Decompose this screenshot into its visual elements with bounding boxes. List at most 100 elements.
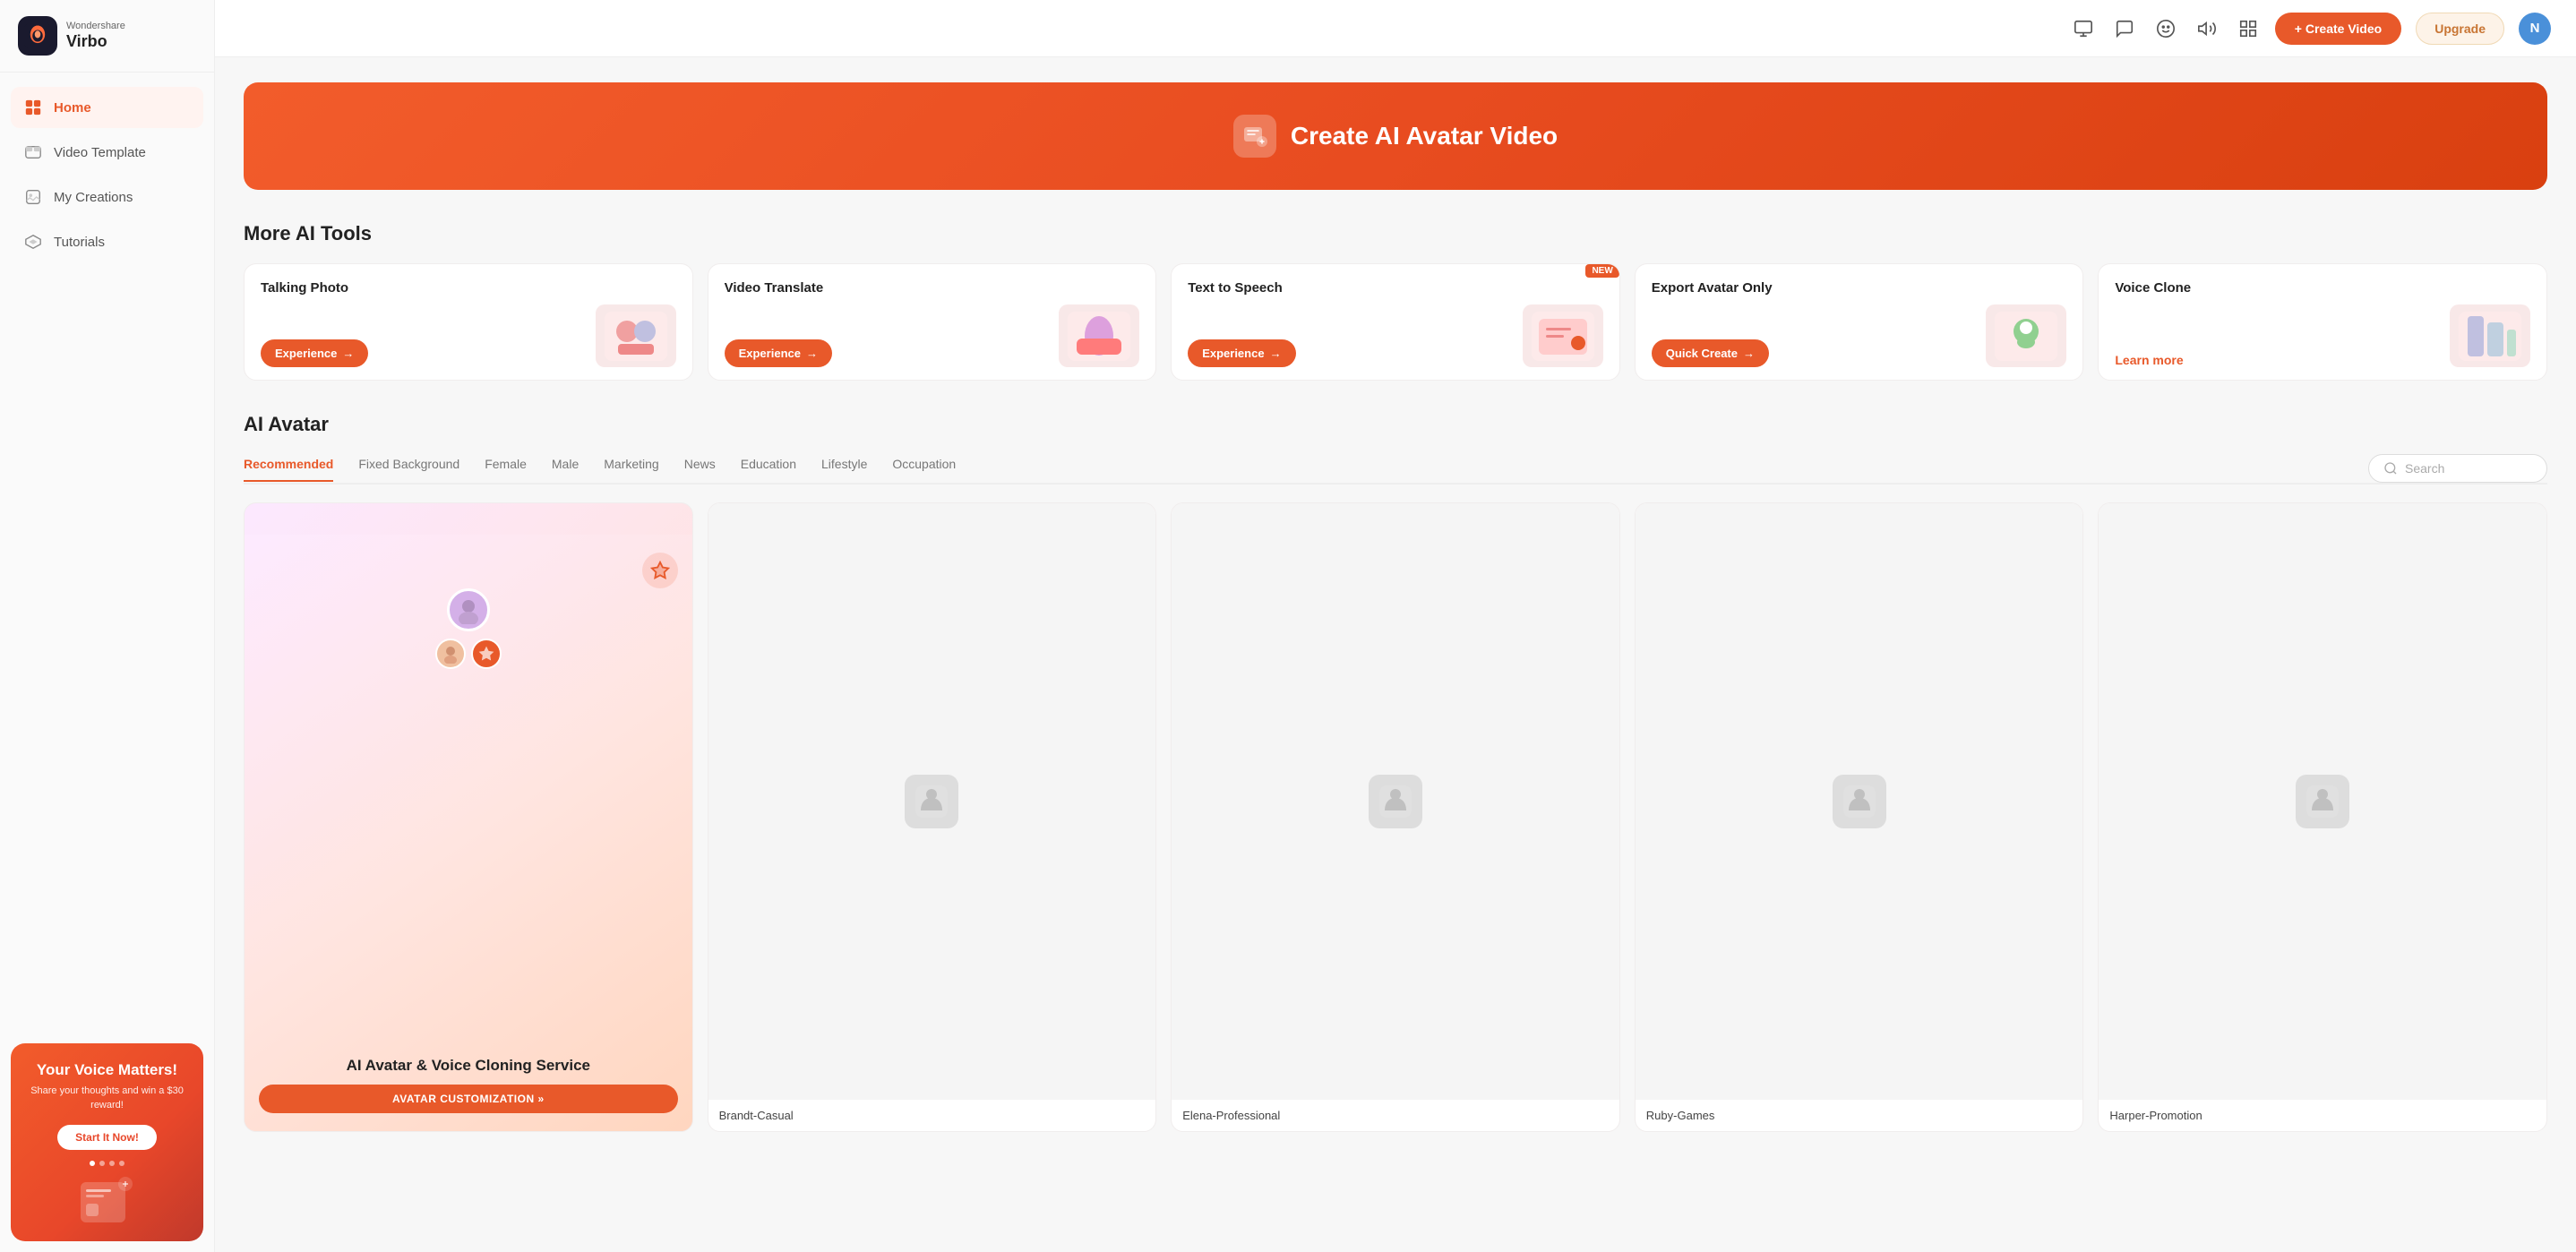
tool-btn-export-avatar[interactable]: Quick Create →: [1652, 339, 1769, 367]
avatar-promo-inner: AI Avatar & Voice Cloning Service AVATAR…: [245, 535, 692, 1131]
tool-name-text-to-speech: Text to Speech: [1188, 280, 1283, 296]
monitor-icon[interactable]: [2071, 16, 2096, 41]
filter-recommended[interactable]: Recommended: [244, 457, 333, 482]
avatar-img-harper: [2099, 503, 2546, 1100]
avatar-grid: AI Avatar & Voice Cloning Service AVATAR…: [244, 502, 2547, 1132]
tutorials-icon: [23, 232, 43, 252]
logo-brand: Wondershare: [66, 21, 125, 32]
topbar: + Create Video Upgrade N: [215, 0, 2576, 57]
tool-img-export-avatar: [1986, 304, 2066, 367]
avatar-card-brandt[interactable]: Brandt-Casual: [708, 502, 1157, 1132]
tool-card-talking-photo[interactable]: Talking Photo Experience →: [244, 263, 693, 381]
tool-name-video-translate: Video Translate: [725, 280, 824, 296]
tool-card-header-tts: Text to Speech: [1188, 280, 1603, 296]
avatar-label-ruby: Ruby-Games: [1636, 1100, 2083, 1131]
logo-icon: [18, 16, 57, 56]
tool-card-content-translate: Experience →: [725, 304, 1140, 367]
promo-title: Your Voice Matters!: [25, 1061, 189, 1079]
tool-img-text-to-speech: [1523, 304, 1603, 367]
hero-banner[interactable]: Create AI Avatar Video: [244, 82, 2547, 190]
avatar-placeholder-harper: [2296, 775, 2349, 828]
hero-banner-title: Create AI Avatar Video: [1291, 122, 1558, 150]
avatar-label-elena: Elena-Professional: [1172, 1100, 1619, 1131]
avatar-card-ruby[interactable]: Ruby-Games: [1635, 502, 2084, 1132]
avatar-card-harper[interactable]: Harper-Promotion: [2098, 502, 2547, 1132]
tool-btn-video-translate[interactable]: Experience →: [725, 339, 832, 367]
ai-avatar-title: AI Avatar: [244, 413, 2547, 436]
volume-icon[interactable]: [2194, 16, 2220, 41]
ai-avatar-section: AI Avatar Recommended Fixed Background F…: [244, 413, 2547, 1132]
avatar-label-harper: Harper-Promotion: [2099, 1100, 2546, 1131]
tool-card-export-avatar[interactable]: Export Avatar Only Quick Create →: [1635, 263, 2084, 381]
tool-name-export-avatar: Export Avatar Only: [1652, 280, 1773, 296]
sidebar-item-home[interactable]: Home: [11, 87, 203, 128]
filter-education[interactable]: Education: [741, 457, 796, 482]
avatar-label-brandt: Brandt-Casual: [708, 1100, 1156, 1131]
tool-card-content-voice: Learn more: [2115, 304, 2530, 367]
tool-btn-talking-photo[interactable]: Experience →: [261, 339, 368, 367]
content-area: Create AI Avatar Video More AI Tools Tal…: [215, 57, 2576, 1157]
tool-name-voice-clone: Voice Clone: [2115, 280, 2191, 296]
promo-subtitle: Share your thoughts and win a $30 reward…: [25, 1085, 189, 1112]
promo-card-avatars: [435, 588, 502, 669]
sidebar-item-my-creations-label: My Creations: [54, 190, 133, 205]
chat-icon[interactable]: [2112, 16, 2137, 41]
tool-card-content-tts: Experience →: [1188, 304, 1603, 367]
avatar-filters: Recommended Fixed Background Female Male…: [244, 454, 2547, 485]
tool-btn-text-to-speech[interactable]: Experience →: [1188, 339, 1295, 367]
promo-card-title: AI Avatar & Voice Cloning Service: [347, 1056, 590, 1076]
tool-card-text-to-speech[interactable]: NEW Text to Speech Experience →: [1171, 263, 1620, 381]
avatar-img-elena: [1172, 503, 1619, 1100]
tool-card-content: Experience →: [261, 304, 676, 367]
avatar-placeholder-brandt: [905, 775, 958, 828]
home-icon: [23, 98, 43, 117]
new-badge: NEW: [1585, 264, 1619, 278]
promo-dot-2: [99, 1161, 105, 1166]
promo-dots: [25, 1161, 189, 1166]
logo-text: Wondershare Virbo: [66, 21, 125, 52]
filter-fixed-bg[interactable]: Fixed Background: [358, 457, 459, 482]
promo-dot-4: [119, 1161, 125, 1166]
filter-occupation[interactable]: Occupation: [892, 457, 956, 482]
filter-female[interactable]: Female: [485, 457, 527, 482]
create-video-button[interactable]: + Create Video: [2275, 13, 2401, 45]
sidebar-item-home-label: Home: [54, 100, 91, 116]
upgrade-button[interactable]: Upgrade: [2416, 13, 2504, 45]
tool-card-content-export: Quick Create →: [1652, 304, 2067, 367]
filter-news[interactable]: News: [684, 457, 716, 482]
avatar-search[interactable]: Search: [2368, 454, 2547, 483]
sidebar-item-my-creations[interactable]: My Creations: [11, 176, 203, 218]
promo-illustration: [25, 1173, 189, 1227]
tool-img-voice-clone: [2450, 304, 2530, 367]
user-avatar[interactable]: N: [2519, 13, 2551, 45]
filter-marketing[interactable]: Marketing: [604, 457, 658, 482]
sidebar-item-tutorials[interactable]: Tutorials: [11, 221, 203, 262]
hero-banner-icon: [1233, 115, 1276, 158]
promo-card-button[interactable]: AVATAR CUSTOMIZATION »: [259, 1085, 678, 1113]
sidebar-item-video-template[interactable]: Video Template: [11, 132, 203, 173]
tools-row: Talking Photo Experience →: [244, 263, 2547, 381]
avatar-card-elena[interactable]: Elena-Professional: [1171, 502, 1620, 1132]
sidebar-item-tutorials-label: Tutorials: [54, 235, 105, 250]
promo-dot-3: [109, 1161, 115, 1166]
topbar-icons: [2071, 16, 2261, 41]
video-template-icon: [23, 142, 43, 162]
promo-start-button[interactable]: Start It Now!: [57, 1125, 157, 1150]
search-label: Search: [2405, 461, 2444, 476]
more-ai-tools-title: More AI Tools: [244, 222, 2547, 245]
promo-card-decoration: [642, 553, 678, 588]
tool-btn-voice-clone[interactable]: Learn more: [2115, 353, 2183, 367]
tool-card-header: Talking Photo: [261, 280, 676, 296]
avatar-promo-card[interactable]: AI Avatar & Voice Cloning Service AVATAR…: [244, 502, 693, 1132]
logo-area: Wondershare Virbo: [0, 0, 214, 73]
grid-icon[interactable]: [2236, 16, 2261, 41]
avatar-placeholder-elena: [1369, 775, 1422, 828]
main-content: + Create Video Upgrade N Create AI Avata…: [215, 0, 2576, 1252]
tool-card-voice-clone[interactable]: Voice Clone Learn more: [2098, 263, 2547, 381]
logo-name: Virbo: [66, 32, 125, 52]
emoji-icon[interactable]: [2153, 16, 2178, 41]
filter-lifestyle[interactable]: Lifestyle: [821, 457, 867, 482]
tool-card-video-translate[interactable]: Video Translate Experience →: [708, 263, 1157, 381]
filter-male[interactable]: Male: [552, 457, 579, 482]
sidebar-promo: Your Voice Matters! Share your thoughts …: [11, 1043, 203, 1241]
